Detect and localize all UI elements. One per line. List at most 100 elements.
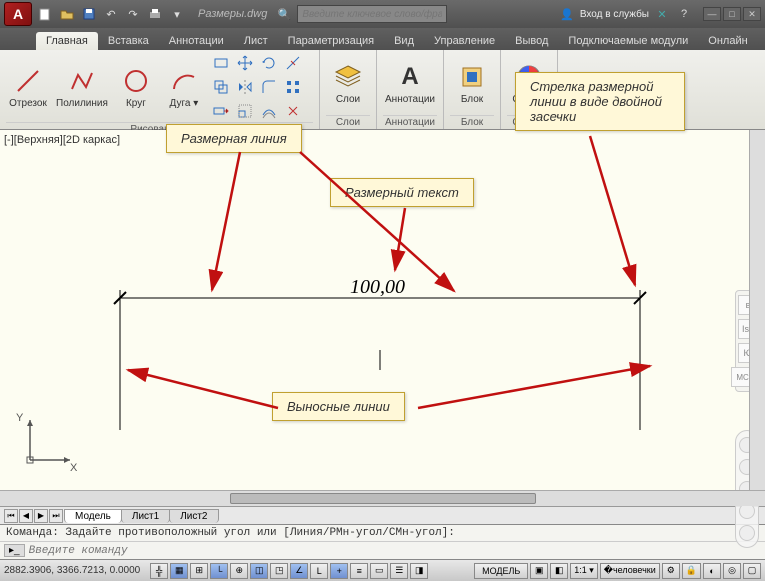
qat-redo-icon[interactable]: ↷: [124, 5, 142, 23]
minimize-button[interactable]: —: [703, 7, 721, 21]
status-layout-icon[interactable]: ▣: [530, 563, 548, 579]
command-history: Команда: Задайте противоположный угол ил…: [0, 525, 765, 541]
status-qp-icon[interactable]: ☰: [390, 563, 408, 579]
array-icon[interactable]: [282, 76, 304, 98]
circle-label: Круг: [126, 98, 146, 109]
signin-label[interactable]: Вход в службы: [580, 9, 649, 20]
text-button[interactable]: A Аннотации: [383, 60, 437, 107]
status-clean-icon[interactable]: ▢: [743, 563, 761, 579]
status-otrack-icon[interactable]: ∠: [290, 563, 308, 579]
maximize-button[interactable]: □: [723, 7, 741, 21]
horizontal-scrollbar[interactable]: [0, 490, 765, 506]
explode-icon[interactable]: [282, 100, 304, 122]
status-3dosnap-icon[interactable]: ◳: [270, 563, 288, 579]
callout-dimension-line: Размерная линия: [166, 124, 302, 153]
tab-online[interactable]: Онлайн: [698, 32, 757, 50]
nav-showmotion-icon[interactable]: [739, 525, 755, 541]
status-tpy-icon[interactable]: ▭: [370, 563, 388, 579]
arc-button[interactable]: Дуга ▾: [162, 64, 206, 111]
layers-label: Слои: [336, 94, 360, 105]
exchange-icon[interactable]: ✕: [653, 5, 671, 23]
line-button[interactable]: Отрезок: [6, 64, 50, 111]
viewport-label[interactable]: [-][Верхняя][2D каркас]: [4, 134, 120, 146]
help-icon[interactable]: ?: [675, 5, 693, 23]
tab-layout[interactable]: Лист: [234, 32, 278, 50]
ucs-icon: [20, 410, 80, 470]
status-isolate-icon[interactable]: ◎: [723, 563, 741, 579]
vertical-scrollbar[interactable]: [749, 130, 765, 490]
status-polar-icon[interactable]: ⊕: [230, 563, 248, 579]
qat-new-icon[interactable]: [36, 5, 54, 23]
block-button[interactable]: Блок: [450, 60, 494, 107]
copy-icon[interactable]: [210, 76, 232, 98]
model-tab[interactable]: Модель: [64, 509, 122, 523]
tab-home[interactable]: Главная: [36, 32, 98, 50]
layout-tab-first[interactable]: ⏮: [4, 509, 18, 523]
line-label: Отрезок: [9, 98, 47, 109]
rotate-icon[interactable]: [258, 52, 280, 74]
status-model-button[interactable]: МОДЕЛЬ: [474, 563, 528, 579]
app-logo[interactable]: A: [4, 2, 32, 26]
polyline-button[interactable]: Полилиния: [54, 64, 110, 111]
coordinate-readout[interactable]: 2882.3906, 3366.7213, 0.0000: [4, 565, 140, 576]
tab-manage[interactable]: Управление: [424, 32, 505, 50]
status-infer-icon[interactable]: ╬: [150, 563, 168, 579]
circle-button[interactable]: Круг: [114, 64, 158, 111]
signin-icon[interactable]: 👤: [558, 5, 576, 23]
status-lock-icon[interactable]: 🔒: [682, 563, 701, 579]
layout-tab-prev[interactable]: ◀: [19, 509, 33, 523]
status-annovis-icon[interactable]: �человечки: [600, 563, 660, 579]
status-annoscale-button[interactable]: 1:1 ▾: [570, 563, 598, 579]
tab-annotate[interactable]: Аннотации: [159, 32, 234, 50]
search-icon[interactable]: 🔍: [275, 5, 293, 23]
close-button[interactable]: ✕: [743, 7, 761, 21]
layout-tab-last[interactable]: ⏭: [49, 509, 63, 523]
annot-panel-title: Аннотации: [383, 115, 437, 129]
command-input[interactable]: [29, 545, 761, 557]
fillet-icon[interactable]: [258, 76, 280, 98]
polyline-label: Полилиния: [56, 98, 108, 109]
sheet2-tab[interactable]: Лист2: [169, 509, 218, 523]
offset-icon[interactable]: [258, 100, 280, 122]
circle-icon: [121, 66, 151, 96]
trim-icon[interactable]: [282, 52, 304, 74]
arc-icon: [169, 66, 199, 96]
layers-button[interactable]: Слои: [326, 60, 370, 107]
layer-panel-title: Слои: [326, 115, 370, 129]
scale-icon[interactable]: [234, 100, 256, 122]
tab-insert[interactable]: Вставка: [98, 32, 159, 50]
status-quickview-icon[interactable]: ◧: [550, 563, 568, 579]
tab-parametric[interactable]: Параметризация: [278, 32, 384, 50]
keyword-search-input[interactable]: [297, 5, 447, 23]
status-lwt-icon[interactable]: ≡: [350, 563, 368, 579]
command-prompt-icon[interactable]: ▸_: [4, 544, 25, 557]
tab-view[interactable]: Вид: [384, 32, 424, 50]
mirror-icon[interactable]: [234, 76, 256, 98]
sheet1-tab[interactable]: Лист1: [121, 509, 170, 523]
status-grid-icon[interactable]: ⊞: [190, 563, 208, 579]
callout-dimension-text: Размерный текст: [330, 178, 474, 207]
qat-print-icon[interactable]: [146, 5, 164, 23]
axis-x-label: X: [70, 462, 77, 474]
status-dyn-icon[interactable]: +: [330, 563, 348, 579]
line-icon: [13, 66, 43, 96]
status-hardware-icon[interactable]: ◐: [703, 563, 721, 579]
status-ws-icon[interactable]: ⚙: [662, 563, 680, 579]
tab-output[interactable]: Вывод: [505, 32, 558, 50]
move-icon[interactable]: [234, 52, 256, 74]
status-sc-icon[interactable]: ◨: [410, 563, 428, 579]
status-osnap-icon[interactable]: ◫: [250, 563, 268, 579]
layout-tab-next[interactable]: ▶: [34, 509, 48, 523]
layers-icon: [333, 62, 363, 92]
qat-open-icon[interactable]: [58, 5, 76, 23]
tab-addins[interactable]: Подключаемые модули: [558, 32, 698, 50]
status-snap-icon[interactable]: ▦: [170, 563, 188, 579]
callout-arrow-type: Стрелка размерной линии в виде двойной з…: [515, 72, 685, 131]
rect-icon[interactable]: [210, 52, 232, 74]
qat-save-icon[interactable]: [80, 5, 98, 23]
status-ducs-icon[interactable]: L: [310, 563, 328, 579]
qat-undo-icon[interactable]: ↶: [102, 5, 120, 23]
stretch-icon[interactable]: [210, 100, 232, 122]
status-ortho-icon[interactable]: └: [210, 563, 228, 579]
qat-more-icon[interactable]: ▾: [168, 5, 186, 23]
